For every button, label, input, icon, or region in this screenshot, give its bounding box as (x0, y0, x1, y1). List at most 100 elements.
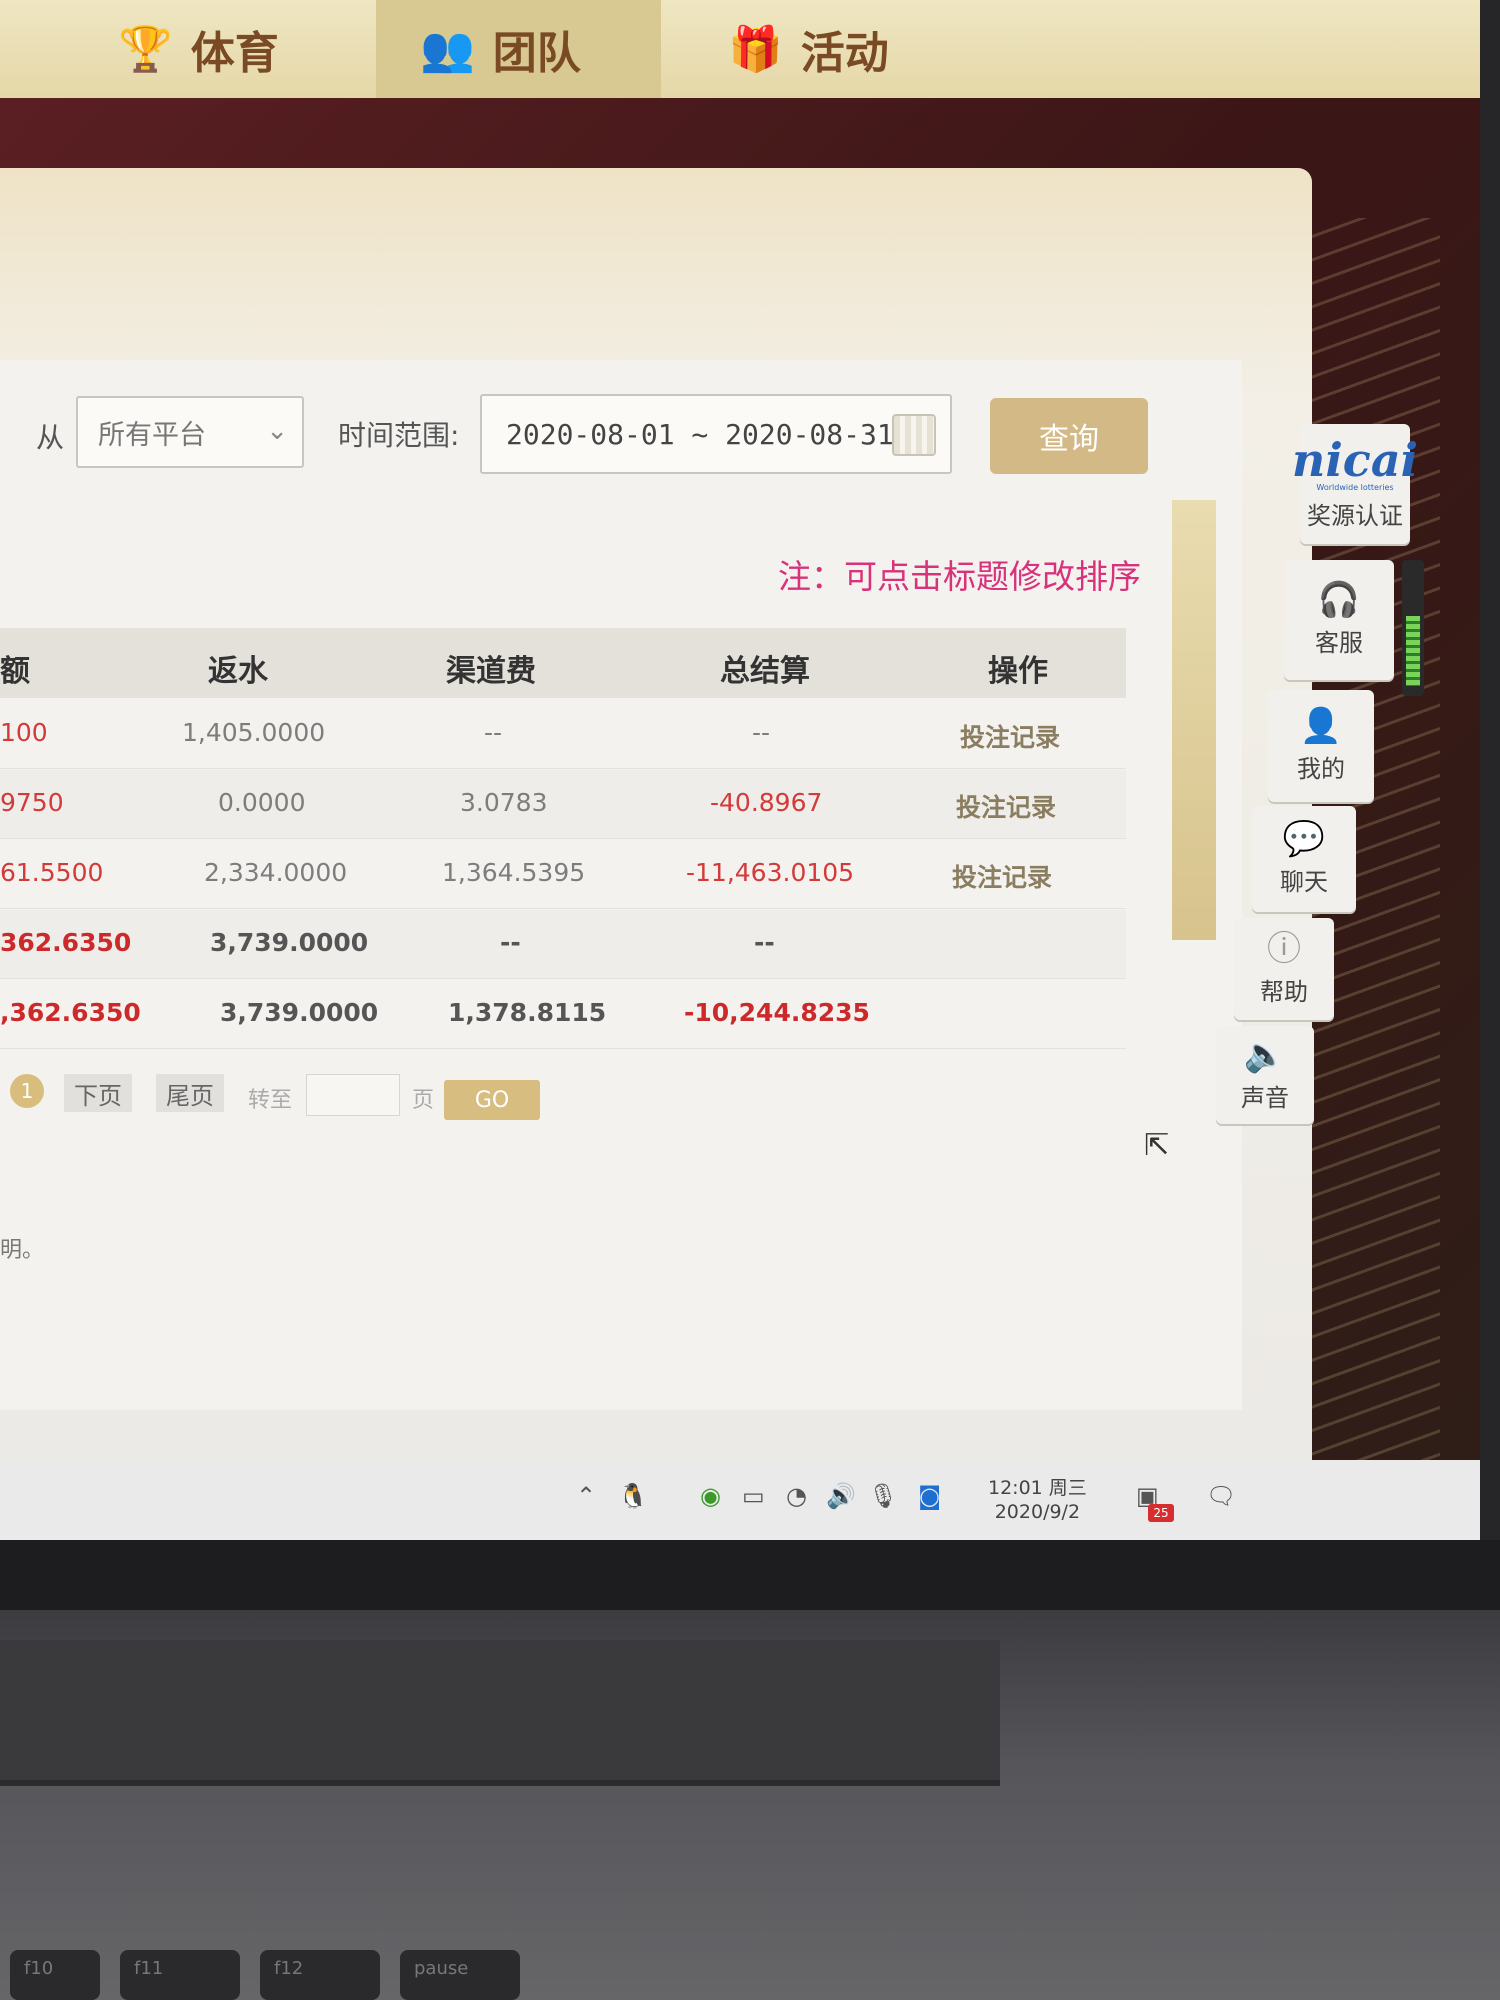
last-page-button[interactable]: 尾页 (156, 1074, 224, 1112)
side-item-customer-service[interactable]: 🎧 客服 (1284, 560, 1394, 680)
goto-page-input[interactable] (306, 1074, 400, 1116)
mouse-cursor-icon: ⇱ (1144, 1128, 1170, 1163)
volume-scrollbar[interactable] (1402, 560, 1424, 696)
side-item-label: 我的 (1297, 754, 1345, 783)
monitor-screen: 🏆 体育 👥 团队 🎁 活动 从 所有平台 ⌄ 时间范围: 2020-08-01… (0, 0, 1480, 1540)
cell-rebate: 2,334.0000 (204, 858, 348, 887)
trophy-icon: 🏆 (118, 24, 173, 75)
table-row-total: ,362.6350 3,739.0000 1,378.8115 -10,244.… (0, 980, 1126, 1049)
query-button[interactable]: 查询 (990, 398, 1148, 474)
cell-amount: 362.6350 (0, 928, 132, 957)
cell-total: -40.8967 (710, 788, 823, 817)
next-page-button[interactable]: 下页 (64, 1074, 132, 1112)
column-header-total[interactable]: 总结算 (720, 646, 810, 690)
column-header-amount[interactable]: 额 (0, 646, 30, 690)
app-tray-icon[interactable]: ◉ (700, 1482, 721, 1510)
cell-amount: ,362.6350 (0, 998, 141, 1027)
cell-rebate: 0.0000 (218, 788, 306, 817)
bet-record-link[interactable]: 投注记录 (956, 788, 1056, 824)
keyboard-key: f12 (260, 1950, 380, 2000)
bet-record-link[interactable]: 投注记录 (952, 858, 1052, 894)
keyboard-key: f11 (120, 1950, 240, 2000)
chevron-up-icon[interactable]: ⌃ (576, 1482, 596, 1510)
cell-channel-fee: 1,364.5395 (442, 858, 586, 887)
volume-scrollbar-thumb[interactable] (1406, 616, 1420, 686)
action-center-icon[interactable]: 🗨 (1206, 1482, 1236, 1510)
tab-activity-label: 活动 (800, 28, 889, 79)
monitor-frame-edge (1480, 0, 1500, 1610)
side-item-help[interactable]: ⓘ 帮助 (1234, 918, 1334, 1020)
qq-icon[interactable]: 🐧 (618, 1482, 648, 1510)
side-item-chat[interactable]: 💬 聊天 (1252, 806, 1356, 912)
platform-select[interactable]: 所有平台 ⌄ (76, 396, 304, 468)
cell-amount: 100 (0, 718, 48, 747)
battery-icon[interactable]: ▭ (742, 1482, 765, 1510)
top-navigation: 🏆 体育 👥 团队 🎁 活动 (0, 0, 1480, 98)
headset-icon: 🎧 (1317, 579, 1361, 620)
sort-note: 注：可点击标题修改排序 (778, 557, 1141, 596)
certification-card[interactable]: nicai Worldwide lotteries 奖源认证 (1292, 424, 1418, 544)
cell-rebate: 3,739.0000 (210, 928, 369, 957)
help-icon: ⓘ (1267, 928, 1301, 969)
cell-rebate: 1,405.0000 (182, 718, 326, 747)
platform-select-value: 所有平台 (98, 419, 206, 451)
chevron-down-icon: ⌄ (266, 416, 288, 446)
cell-total: -- (752, 718, 771, 747)
cell-channel-fee: 1,378.8115 (448, 998, 607, 1027)
table-row: 61.5500 2,334.0000 1,364.5395 -11,463.01… (0, 840, 1126, 909)
side-item-label: 客服 (1315, 628, 1363, 657)
user-icon: 👤 (1299, 705, 1343, 746)
date-range-value: 2020-08-01 ~ 2020-08-31 (506, 417, 894, 451)
column-header-rebate[interactable]: 返水 (208, 646, 268, 690)
windows-taskbar: ⌃ 🐧 ◉ ▭ ◔ 🔊 🎙 ◙ 12:01 周三 2020/9/2 ▣ 25 🗨 (0, 1460, 1480, 1540)
speaker-icon[interactable]: 🔊 (826, 1482, 856, 1510)
cell-rebate: 3,739.0000 (220, 998, 379, 1027)
page-number-current[interactable]: 1 (10, 1074, 44, 1108)
side-item-mine[interactable]: 👤 我的 (1268, 690, 1374, 802)
table-row: 9750 0.0000 3.0783 -40.8967 投注记录 (0, 770, 1126, 839)
tab-team[interactable]: 👥 团队 (376, 0, 661, 98)
panel-edge-decoration (1172, 500, 1216, 940)
monitor-bezel (0, 1540, 1500, 1610)
from-label: 从 (36, 421, 65, 454)
footer-text-fragment: 明。 (0, 1238, 45, 1263)
table-row: 100 1,405.0000 -- -- 投注记录 (0, 700, 1126, 769)
page-unit-label: 页 (412, 1088, 435, 1113)
gift-icon: 🎁 (728, 24, 783, 75)
cell-total: -- (754, 928, 775, 957)
nicai-logo: nicai (1291, 433, 1419, 487)
notification-badge: 25 (1148, 1504, 1174, 1522)
calendar-icon[interactable] (892, 414, 936, 456)
side-item-label: 奖源认证 (1307, 502, 1403, 530)
keyboard-key: pause (400, 1950, 520, 2000)
tab-sports[interactable]: 🏆 体育 (118, 0, 279, 98)
goto-label: 转至 (248, 1088, 293, 1113)
tab-sports-label: 体育 (190, 28, 279, 79)
microphone-icon[interactable]: 🎙 (868, 1482, 898, 1510)
tab-activity[interactable]: 🎁 活动 (728, 0, 889, 98)
search-app-icon[interactable]: ◙ (918, 1482, 941, 1510)
go-button[interactable]: GO (444, 1080, 540, 1120)
cell-channel-fee: -- (500, 928, 521, 957)
wifi-icon[interactable]: ◔ (786, 1482, 807, 1510)
cell-amount: 61.5500 (0, 858, 104, 887)
cell-total: -11,463.0105 (686, 858, 855, 887)
taskbar-time: 12:01 周三 (988, 1477, 1087, 1499)
bet-record-link[interactable]: 投注记录 (960, 718, 1060, 754)
column-header-channel-fee[interactable]: 渠道费 (446, 646, 536, 690)
cell-amount: 9750 (0, 788, 64, 817)
taskbar-clock[interactable]: 12:01 周三 2020/9/2 (988, 1476, 1087, 1524)
side-item-label: 帮助 (1260, 977, 1308, 1006)
taskbar-date: 2020/9/2 (994, 1501, 1081, 1523)
laptop-hinge (0, 1640, 1000, 1786)
team-icon: 👥 (420, 24, 475, 75)
nicai-logo-subtitle: Worldwide lotteries (1316, 483, 1394, 492)
date-range-input[interactable]: 2020-08-01 ~ 2020-08-31 (480, 394, 952, 474)
chat-icon: 💬 (1282, 818, 1326, 859)
tab-team-label: 团队 (492, 28, 581, 79)
side-item-sound[interactable]: 🔈 声音 (1216, 1026, 1314, 1124)
sound-icon: 🔈 (1243, 1034, 1287, 1075)
keyboard-key: f10 (10, 1950, 100, 2000)
column-header-action: 操作 (988, 654, 1048, 689)
cell-channel-fee: 3.0783 (460, 788, 548, 817)
